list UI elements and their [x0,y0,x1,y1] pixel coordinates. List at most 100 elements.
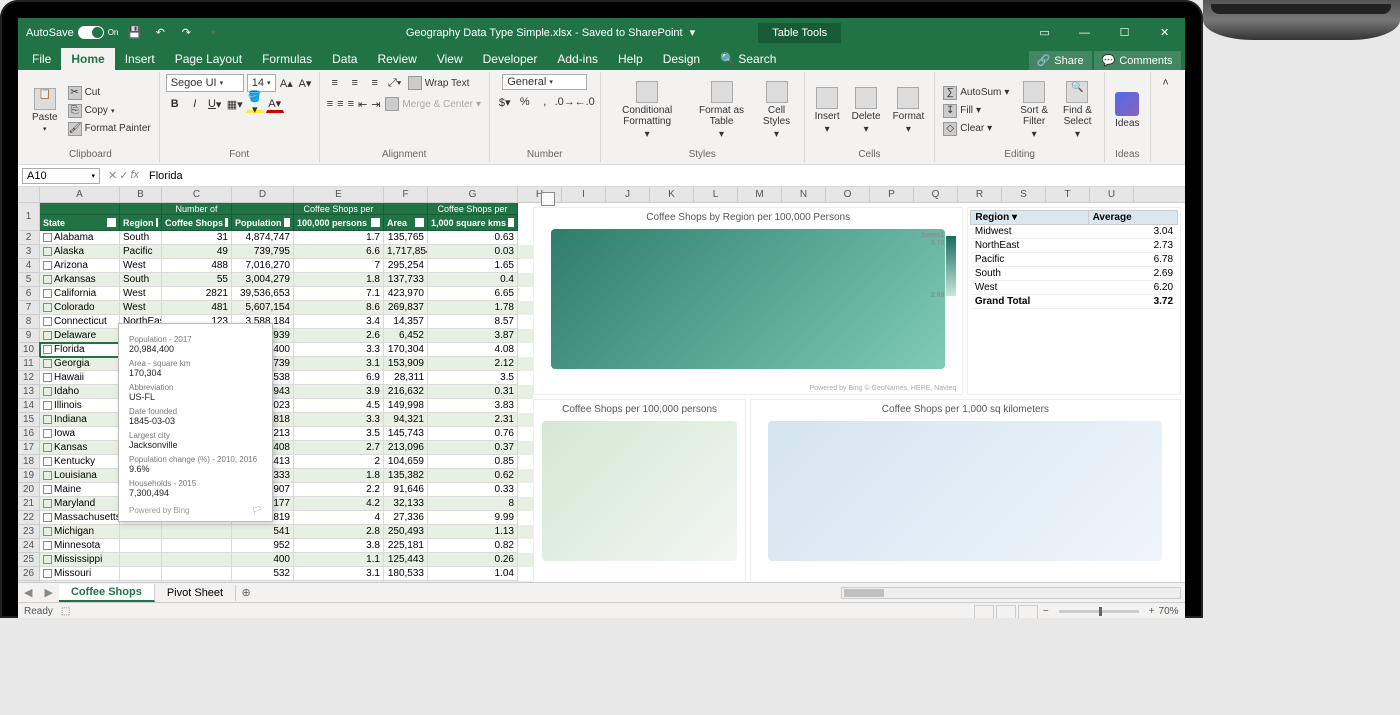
cell[interactable]: 2.12 [428,357,518,371]
cell[interactable]: 3,004,279 [232,273,294,287]
sheet-nav-prev-icon[interactable]: ◀ [18,586,38,599]
fill-button[interactable]: ↧Fill▾ [941,103,983,119]
cell[interactable]: South [120,273,162,287]
cell[interactable]: 2.7 [294,441,384,455]
cell[interactable]: 6,452 [384,329,428,343]
cell[interactable]: Massachusetts [40,511,120,525]
column-headers[interactable]: ABCDEFGHIJKLMNOPQRSTU [40,187,1185,203]
filter-dropdown-icon[interactable] [225,218,228,227]
tab-home[interactable]: Home [61,48,114,70]
cell[interactable]: Georgia [40,357,120,371]
col-header-G[interactable]: G [428,187,518,202]
cell[interactable]: 0.63 [428,231,518,245]
cell[interactable]: 269,837 [384,301,428,315]
cell[interactable]: 145,743 [384,427,428,441]
border-button[interactable]: ▦▾ [226,95,244,113]
cell[interactable]: 0.76 [428,427,518,441]
tell-me-search[interactable]: 🔍 Search [710,48,786,70]
cell[interactable]: 1,050,493 [232,581,294,582]
col-header-T[interactable]: T [1046,187,1090,202]
underline-button[interactable]: U▾ [206,95,224,113]
cell[interactable]: 3.9 [294,385,384,399]
cell[interactable]: 4.08 [428,343,518,357]
enter-formula-icon[interactable]: ✓ [119,169,128,182]
col-header-B[interactable]: B [120,187,162,202]
normal-view-icon[interactable] [974,605,994,619]
cell[interactable]: South [120,231,162,245]
row-header[interactable]: 17 [18,441,40,455]
row-header[interactable]: 19 [18,469,40,483]
table-header-coffee-shops[interactable]: Coffee Shops [162,215,232,231]
cell[interactable]: 9.99 [428,511,518,525]
align-top-icon[interactable]: ≡ [326,74,344,92]
cell[interactable]: Alabama [40,231,120,245]
cell[interactable]: 3.5 [294,427,384,441]
cell[interactable]: 3.3 [294,343,384,357]
cell[interactable]: 0.03 [428,245,518,259]
tab-data[interactable]: Data [322,48,367,70]
pivot-region[interactable]: West [971,281,1088,295]
cell[interactable]: Colorado [40,301,120,315]
col-header-O[interactable]: O [826,187,870,202]
sheet-tab-pivot-sheet[interactable]: Pivot Sheet [155,585,236,601]
pivot-region[interactable]: Pacific [971,253,1088,267]
col-header-K[interactable]: K [650,187,694,202]
cell[interactable]: 2.2 [294,483,384,497]
cell[interactable]: 532 [232,567,294,581]
cell[interactable]: 4 [294,511,384,525]
tab-insert[interactable]: Insert [115,48,165,70]
italic-button[interactable]: I [186,95,204,113]
cell[interactable]: 0.4 [428,273,518,287]
cell[interactable]: California [40,287,120,301]
sheet-tab-coffee-shops[interactable]: Coffee Shops [59,584,155,602]
cell[interactable] [162,525,232,539]
undo-icon[interactable]: ↶ [150,23,170,43]
cell[interactable]: Arkansas [40,273,120,287]
cell[interactable]: 39,536,653 [232,287,294,301]
currency-icon[interactable]: $▾ [496,93,514,111]
cell[interactable]: 137,733 [384,273,428,287]
cell[interactable]: West [120,301,162,315]
cell[interactable]: Maine [40,483,120,497]
cell[interactable]: West [120,581,162,582]
cell[interactable]: 31 [162,231,232,245]
cell[interactable]: 125,443 [384,553,428,567]
find-select-button[interactable]: 🔍Find & Select▾ [1057,79,1098,142]
cell[interactable]: 8 [428,497,518,511]
col-header-D[interactable]: D [232,187,294,202]
cell[interactable]: 94,321 [384,413,428,427]
cell[interactable]: 739,795 [232,245,294,259]
number-format-dropdown[interactable]: General▾ [502,74,587,90]
cell[interactable]: 3.5 [428,371,518,385]
orientation-icon[interactable]: ⤢▾ [386,74,404,92]
cell[interactable]: 3.87 [428,329,518,343]
cell[interactable]: 27,336 [384,511,428,525]
table-header-state[interactable]: State [40,215,120,231]
macro-record-icon[interactable]: ⬚ [61,606,70,617]
cell[interactable]: 28,311 [384,371,428,385]
font-color-button[interactable]: A▾ [266,95,284,113]
filter-dropdown-icon[interactable] [508,218,514,227]
cell[interactable]: 6.6 [294,245,384,259]
cell[interactable]: Kansas [40,441,120,455]
collapse-ribbon-icon[interactable]: ˄ [1157,74,1175,92]
cell[interactable]: 213,096 [384,441,428,455]
align-left-icon[interactable]: ≡ [326,95,334,113]
cell[interactable]: 4.2 [294,497,384,511]
tab-review[interactable]: Review [367,48,426,70]
minimize-icon[interactable]: — [1065,18,1105,47]
close-icon[interactable]: ✕ [1145,18,1185,47]
row-header[interactable]: 3 [18,245,40,259]
cell[interactable]: 180,533 [384,567,428,581]
cell[interactable]: Montana [40,581,120,582]
cell[interactable]: Illinois [40,399,120,413]
cell[interactable]: West [120,259,162,273]
align-bottom-icon[interactable]: ≡ [366,74,384,92]
col-header-I[interactable]: I [562,187,606,202]
cell[interactable]: 3.83 [428,399,518,413]
row-header[interactable]: 20 [18,483,40,497]
filter-dropdown-icon[interactable] [415,218,424,227]
table-header-region[interactable]: Region [120,215,162,231]
row-header[interactable]: 24 [18,539,40,553]
cell[interactable]: 8.6 [294,301,384,315]
